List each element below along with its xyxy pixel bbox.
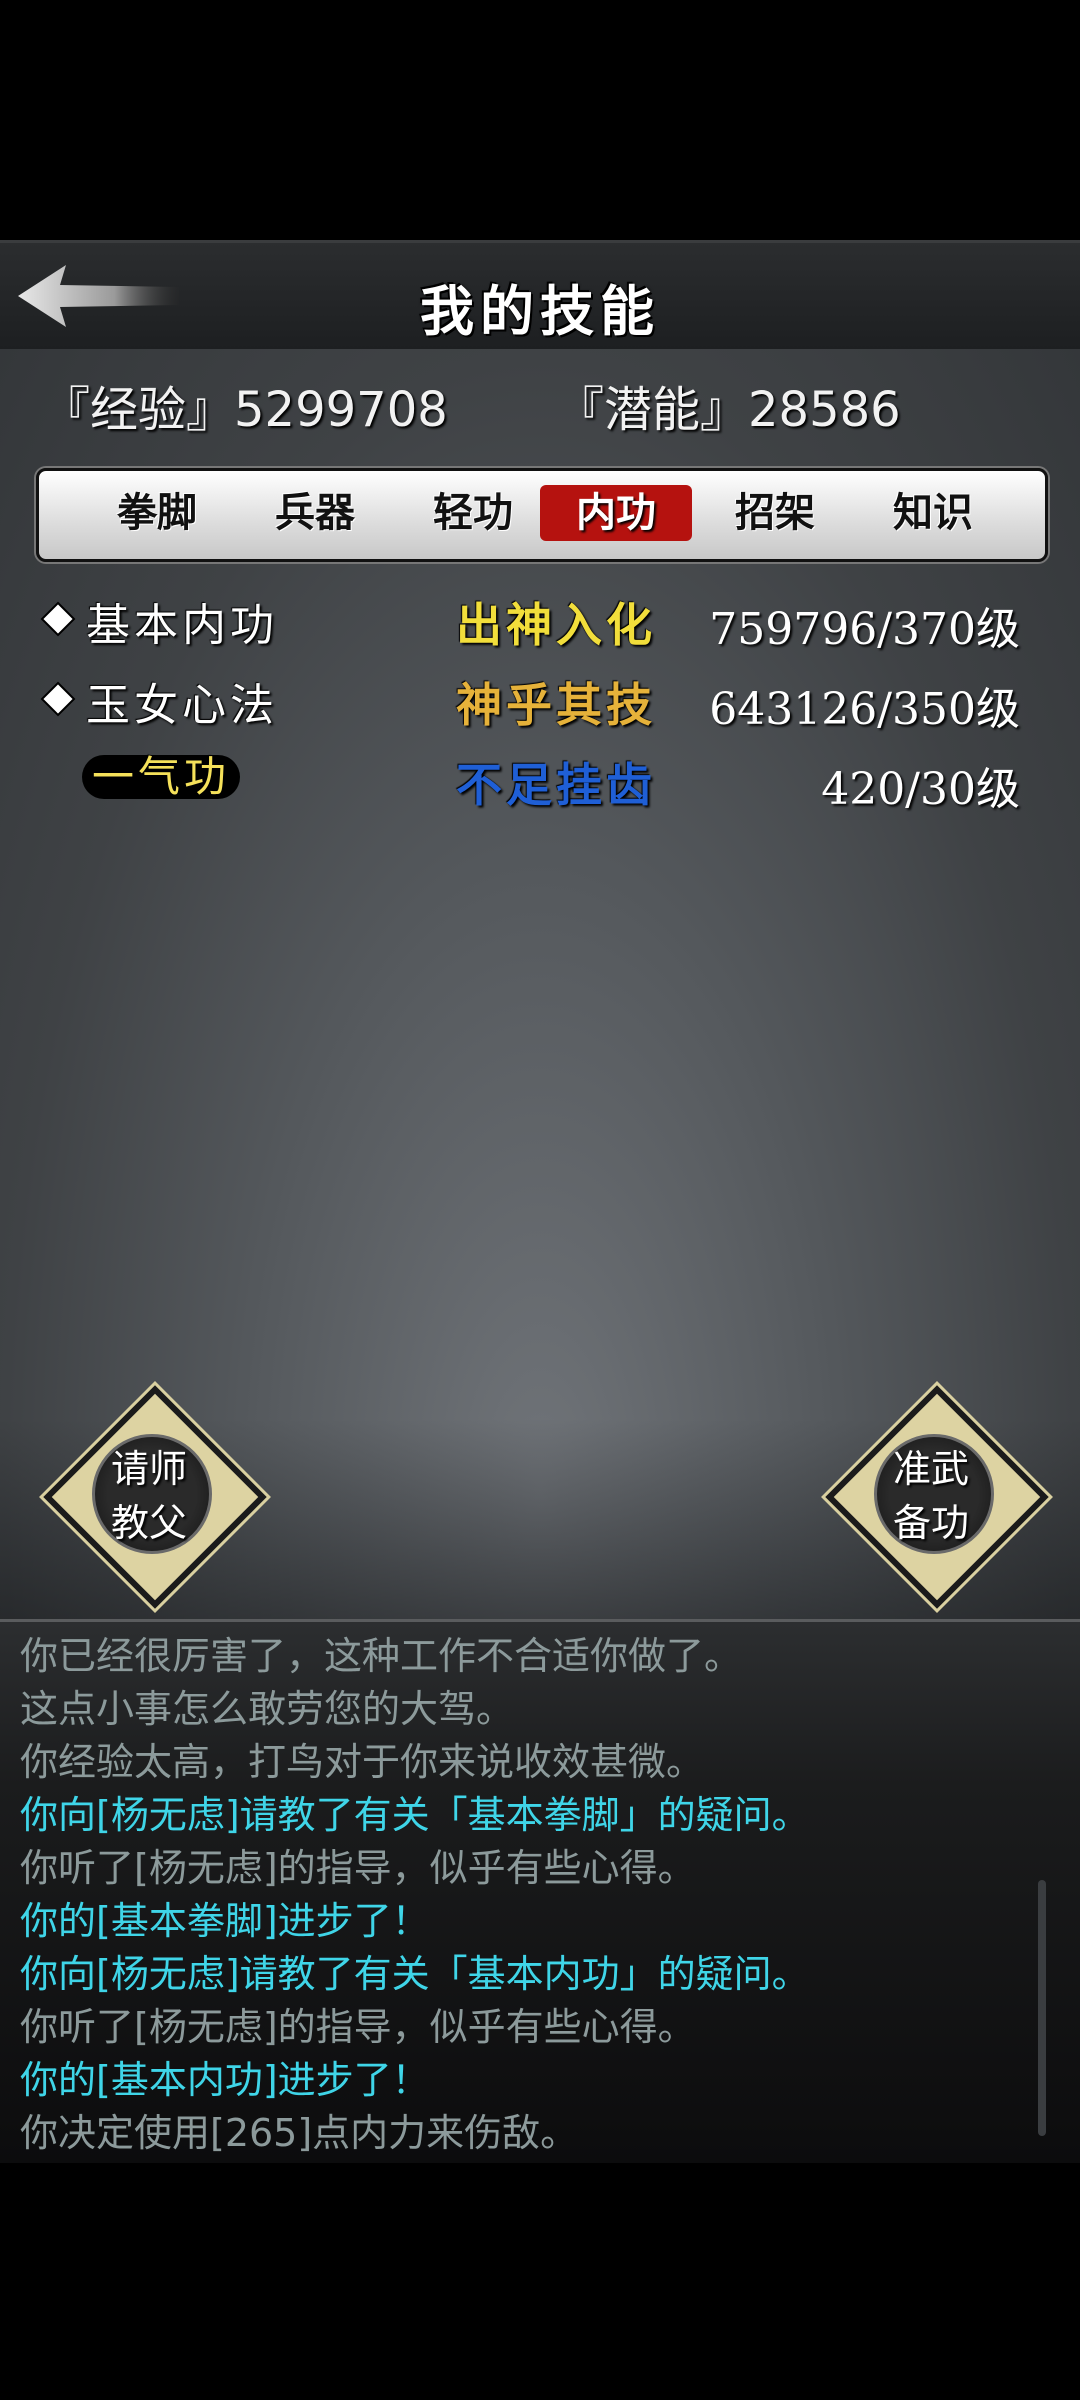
title-bar: 我的技能: [0, 240, 1080, 352]
skill-level: 不足挂齿: [456, 758, 656, 812]
log-line: 你决定使用[265]点内力来伤敌。: [20, 2111, 579, 2155]
log-line: 你向[杨无虑]请教了有关「基本拳脚」的疑问。: [20, 1793, 810, 1837]
prepare-skill-label-line2: 备功: [892, 1501, 969, 1545]
skill-row[interactable]: 玉女心法 神乎其技 643126/350级: [0, 665, 1080, 735]
log-scrollbar[interactable]: [1038, 1880, 1046, 2136]
prepare-skill-label-line1: 准武: [892, 1447, 969, 1491]
skill-progress: 759796/370级: [709, 604, 1020, 655]
log-line: 你听了[杨无虑]的指导，似乎有些心得。: [20, 2005, 696, 2049]
tab-zhishi[interactable]: 知识: [857, 485, 1009, 541]
tab-bingqi[interactable]: 兵器: [239, 485, 391, 541]
diamond-bullet-icon: [40, 601, 76, 637]
skill-category-tabs: 拳脚 兵器 轻功 内功 招架 知识: [36, 468, 1048, 562]
skills-screen: 我的技能 『经验』5299708 『潜能』28586 拳脚 兵器 轻功 内功 招…: [0, 0, 1080, 2400]
tab-neigong[interactable]: 内功: [540, 485, 692, 541]
potential-stat: 『潜能』28586: [556, 382, 901, 438]
page-title: 我的技能: [420, 279, 660, 343]
skill-name: 玉女心法: [86, 680, 278, 731]
skill-row[interactable]: 一气功 不足挂齿 420/30级: [0, 745, 1080, 815]
ask-master-label-line1: 请师: [110, 1447, 187, 1491]
skill-progress: 420/30级: [821, 764, 1020, 815]
stats-row: 『经验』5299708 『潜能』28586: [0, 370, 1080, 438]
skill-progress: 643126/350级: [709, 684, 1020, 735]
ask-master-button[interactable]: 请师 教父: [43, 1385, 267, 1609]
skill-name: 基本内功: [86, 600, 278, 651]
experience-stat: 『经验』5299708: [42, 382, 448, 438]
diamond-bullet-icon: [40, 681, 76, 717]
prepare-skill-button[interactable]: 准武 备功: [825, 1385, 1049, 1609]
tab-quanjiao[interactable]: 拳脚: [81, 485, 233, 541]
skill-name: 一气功: [82, 755, 241, 799]
skill-row[interactable]: 基本内功 出神入化 759796/370级: [0, 585, 1080, 655]
log-line: 你听了[杨无虑]的指导，似乎有些心得。: [20, 1846, 696, 1890]
tab-qinggong[interactable]: 轻功: [397, 485, 549, 541]
log-line: 这点小事怎么敢劳您的大驾。: [20, 1687, 515, 1731]
log-line: 你经验太高，打鸟对于你来说收效甚微。: [20, 1740, 705, 1784]
ask-master-label-line2: 教父: [110, 1501, 187, 1545]
log-line: 你向[杨无虑]请教了有关「基本内功」的疑问。: [20, 1952, 810, 1996]
log-line: 你的[基本内功]进步了！: [20, 2058, 430, 2102]
tab-zhaojia[interactable]: 招架: [699, 485, 851, 541]
skill-level: 出神入化: [456, 598, 656, 652]
log-line: 你的[基本拳脚]进步了！: [20, 1899, 430, 1943]
skill-level: 神乎其技: [456, 678, 656, 732]
log-line: 你已经很厉害了，这种工作不合适你做了。: [20, 1634, 743, 1678]
